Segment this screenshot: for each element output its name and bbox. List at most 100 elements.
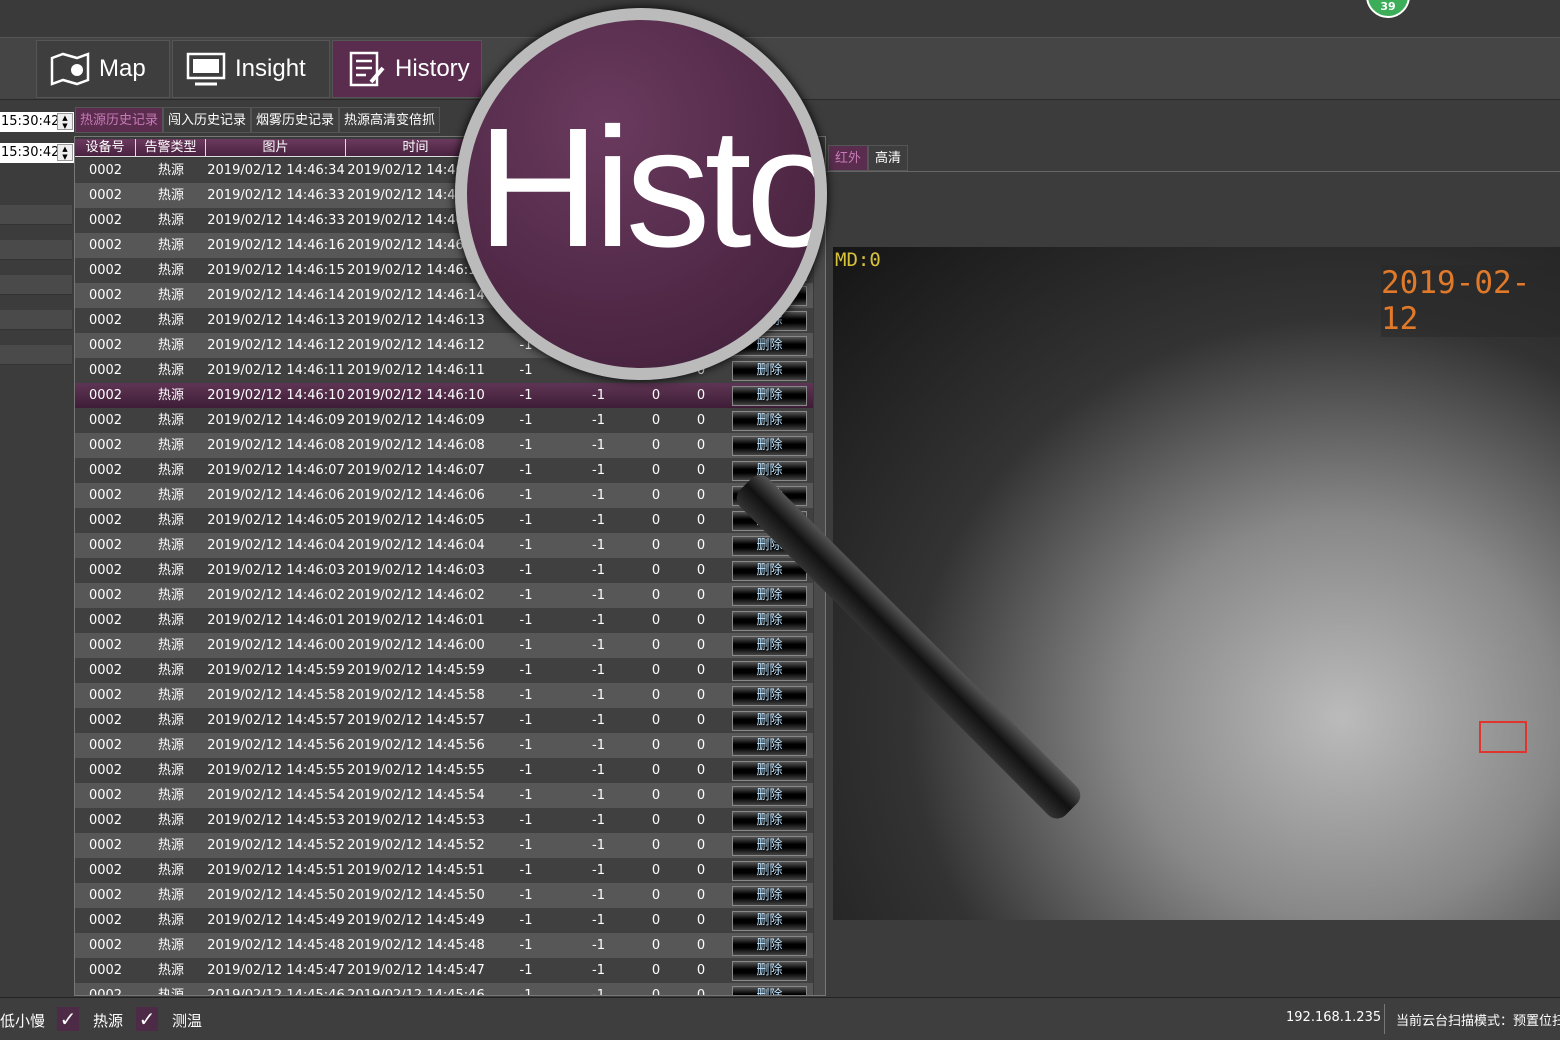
cell-v4: 0 (696, 638, 706, 653)
delete-button[interactable]: 删除 (732, 611, 807, 631)
checkbox-low-slow[interactable]: ✓ (57, 1007, 79, 1031)
table-row[interactable]: 0002 热源 2019/02/12 14:46:05 2019/02/12 14:4… (75, 508, 813, 533)
col-alarm-type[interactable]: 告警类型 (136, 139, 206, 157)
delete-button[interactable]: 删除 (732, 686, 807, 706)
left-panel-item[interactable] (0, 275, 72, 295)
delete-button[interactable]: 删除 (732, 961, 807, 981)
table-row[interactable]: 0002 热源 2019/02/12 14:45:54 2019/02/12 14:4… (75, 783, 813, 808)
cell-picture: 2019/02/12 14:46:12 (207, 338, 345, 353)
start-time-input[interactable]: 15:30:42 ▲ ▼ (0, 112, 74, 132)
table-row[interactable]: 0002 热源 2019/02/12 14:45:48 2019/02/12 14:4… (75, 933, 813, 958)
cell-type: 热源 (157, 538, 184, 553)
cell-picture: 2019/02/12 14:46:00 (207, 638, 345, 653)
cell-device: 0002 (88, 938, 123, 953)
delete-button[interactable]: 删除 (732, 761, 807, 781)
table-row[interactable]: 0002 热源 2019/02/12 14:46:03 2019/02/12 14:4… (75, 558, 813, 583)
spinner-icon[interactable]: ▲ ▼ (57, 113, 73, 130)
cell-device: 0002 (88, 513, 123, 528)
end-time-input[interactable]: 15:30:42 ▲ ▼ (0, 143, 74, 163)
cell-v2: -1 (592, 413, 605, 428)
cell-v3: 0 (651, 413, 661, 428)
table-row[interactable]: 0002 热源 2019/02/12 14:45:51 2019/02/12 14:4… (75, 858, 813, 883)
delete-button[interactable]: 删除 (732, 386, 807, 406)
delete-button[interactable]: 删除 (732, 786, 807, 806)
delete-button[interactable]: 删除 (732, 436, 807, 456)
cell-time: 2019/02/12 14:45:50 (347, 888, 485, 903)
checkbox-heat[interactable]: ✓ (136, 1007, 158, 1031)
cell-type: 热源 (157, 588, 184, 603)
delete-button[interactable]: 删除 (732, 411, 807, 431)
cell-picture: 2019/02/12 14:45:48 (207, 938, 345, 953)
left-panel-item[interactable] (0, 345, 72, 365)
delete-button[interactable]: 删除 (732, 636, 807, 656)
tab-hd[interactable]: 高清 (868, 145, 908, 171)
cell-picture: 2019/02/12 14:46:33 (207, 188, 345, 203)
cell-v1: -1 (519, 738, 533, 753)
cell-v1: -1 (519, 363, 533, 378)
cell-v1: -1 (519, 913, 533, 928)
table-row[interactable]: 0002 热源 2019/02/12 14:45:50 2019/02/12 14:4… (75, 883, 813, 908)
table-row[interactable]: 0002 热源 2019/02/12 14:46:02 2019/02/12 14:4… (75, 583, 813, 608)
cell-v2: -1 (592, 688, 605, 703)
spinner-icon[interactable]: ▲ ▼ (57, 144, 73, 161)
table-row[interactable]: 0002 热源 2019/02/12 14:45:55 2019/02/12 14:4… (75, 758, 813, 783)
table-row[interactable]: 0002 热源 2019/02/12 14:46:09 2019/02/12 14:4… (75, 408, 813, 433)
subtab-hd-zoom-capture[interactable]: 热源高清变倍抓 (339, 107, 441, 133)
cell-device: 0002 (88, 838, 123, 853)
table-row[interactable]: 0002 热源 2019/02/12 14:46:07 2019/02/12 14:4… (75, 458, 813, 483)
cell-v3: 0 (651, 588, 661, 603)
tab-history[interactable]: History (332, 40, 482, 98)
cell-device: 0002 (88, 638, 123, 653)
cell-type: 热源 (157, 738, 184, 753)
table-row[interactable]: 0002 热源 2019/02/12 14:45:46 2019/02/12 14:4… (75, 983, 813, 995)
delete-button[interactable]: 删除 (732, 861, 807, 881)
delete-button[interactable]: 删除 (732, 711, 807, 731)
table-row[interactable]: 0002 热源 2019/02/12 14:45:53 2019/02/12 14:4… (75, 808, 813, 833)
delete-button[interactable]: 删除 (732, 936, 807, 956)
video-view[interactable]: MD:0 2019-02-12 (833, 247, 1560, 920)
delete-button[interactable]: 删除 (732, 986, 807, 995)
table-row[interactable]: 0002 热源 2019/02/12 14:46:01 2019/02/12 14:4… (75, 608, 813, 633)
cell-v2: -1 (592, 913, 605, 928)
delete-button[interactable]: 删除 (732, 461, 807, 481)
delete-button[interactable]: 删除 (732, 886, 807, 906)
table-row[interactable]: 0002 热源 2019/02/12 14:45:58 2019/02/12 14:4… (75, 683, 813, 708)
table-row[interactable]: 0002 热源 2019/02/12 14:45:49 2019/02/12 14:4… (75, 908, 813, 933)
table-row[interactable]: 0002 热源 2019/02/12 14:46:04 2019/02/12 14:4… (75, 533, 813, 558)
table-row[interactable]: 0002 热源 2019/02/12 14:45:47 2019/02/12 14:4… (75, 958, 813, 983)
delete-button[interactable]: 删除 (732, 836, 807, 856)
delete-button[interactable]: 删除 (732, 586, 807, 606)
tab-insight[interactable]: Insight (172, 40, 330, 98)
table-row[interactable]: 0002 热源 2019/02/12 14:46:08 2019/02/12 14:4… (75, 433, 813, 458)
subtab-intrusion-history[interactable]: 闯入历史记录 (163, 107, 252, 133)
table-row[interactable]: 0002 热源 2019/02/12 14:45:59 2019/02/12 14:4… (75, 658, 813, 683)
subtab-smoke-history[interactable]: 烟雾历史记录 (251, 107, 340, 133)
left-panel-item[interactable] (0, 205, 72, 225)
delete-button[interactable]: 删除 (732, 911, 807, 931)
delete-button[interactable]: 删除 (732, 736, 807, 756)
cell-picture: 2019/02/12 14:46:01 (207, 613, 345, 628)
left-panel-item[interactable] (0, 310, 72, 330)
table-row[interactable]: 0002 热源 2019/02/12 14:46:00 2019/02/12 14:4… (75, 633, 813, 658)
table-row[interactable]: 0002 热源 2019/02/12 14:46:10 2019/02/12 14:4… (75, 383, 813, 408)
cell-time: 2019/02/12 14:46:08 (347, 438, 485, 453)
table-row[interactable]: 0002 热源 2019/02/12 14:45:52 2019/02/12 14:4… (75, 833, 813, 858)
notification-badge[interactable]: 39 (1366, 0, 1410, 18)
delete-button[interactable]: 删除 (732, 361, 807, 381)
tab-map[interactable]: Map (36, 40, 170, 98)
cell-time: 2019/02/12 14:45:54 (347, 788, 485, 803)
delete-button[interactable]: 删除 (732, 811, 807, 831)
table-row[interactable]: 0002 热源 2019/02/12 14:46:06 2019/02/12 14:4… (75, 483, 813, 508)
map-icon (50, 52, 90, 86)
cell-time: 2019/02/12 14:46:07 (347, 463, 485, 478)
col-device[interactable]: 设备号 (75, 139, 136, 157)
tab-infrared[interactable]: 红外 (828, 145, 868, 171)
left-panel-item[interactable] (0, 240, 72, 260)
subtab-heat-history[interactable]: 热源历史记录 (75, 107, 164, 133)
delete-button[interactable]: 删除 (732, 561, 807, 581)
cell-v1: -1 (519, 613, 533, 628)
delete-button[interactable]: 删除 (732, 661, 807, 681)
col-picture[interactable]: 图片 (206, 139, 346, 157)
table-row[interactable]: 0002 热源 2019/02/12 14:45:57 2019/02/12 14:4… (75, 708, 813, 733)
table-row[interactable]: 0002 热源 2019/02/12 14:45:56 2019/02/12 14:4… (75, 733, 813, 758)
